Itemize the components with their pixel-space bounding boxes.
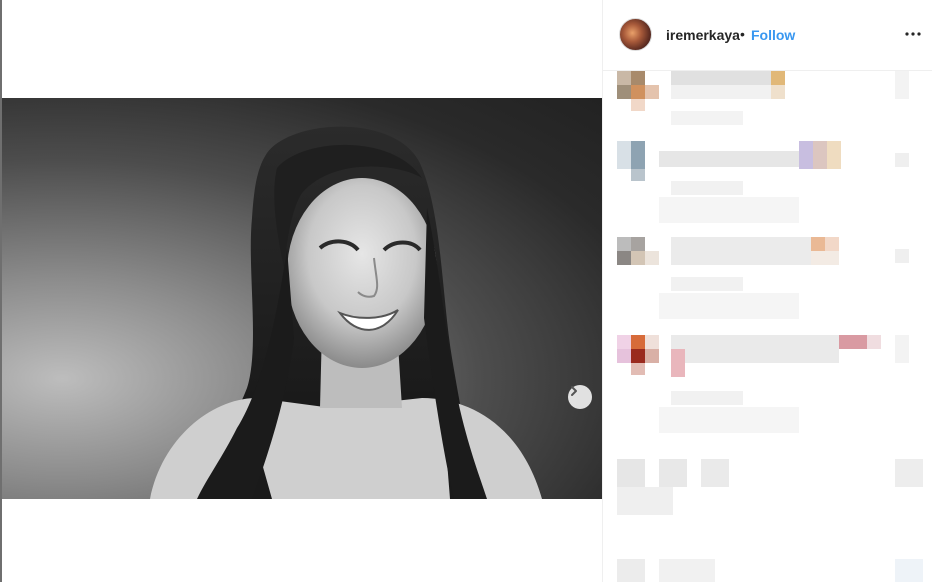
blurred-text xyxy=(771,85,785,99)
comments-list xyxy=(603,71,932,582)
comment-item xyxy=(603,237,932,322)
avatar xyxy=(631,251,645,265)
blurred-text xyxy=(811,237,825,251)
avatar xyxy=(617,487,673,515)
avatar xyxy=(645,349,659,363)
blurred-text xyxy=(799,141,813,169)
like-icon[interactable] xyxy=(895,559,923,582)
blurred-text xyxy=(771,71,785,85)
blurred-text xyxy=(839,335,867,349)
chevron-right-icon xyxy=(571,386,577,396)
avatar xyxy=(631,349,645,363)
like-icon[interactable] xyxy=(895,153,909,167)
like-icon[interactable] xyxy=(895,459,923,487)
avatar[interactable] xyxy=(619,18,652,51)
avatar xyxy=(631,141,645,169)
avatar xyxy=(631,169,645,181)
blurred-meta xyxy=(671,277,743,291)
comment-item xyxy=(603,335,932,435)
comment-item xyxy=(603,459,932,529)
comment-item xyxy=(603,559,932,582)
avatar xyxy=(617,85,631,99)
blurred-text xyxy=(701,459,729,487)
username-link[interactable]: iremerkaya xyxy=(666,27,740,43)
blurred-meta xyxy=(659,407,799,433)
avatar xyxy=(617,251,631,265)
avatar xyxy=(645,85,659,99)
blurred-text xyxy=(813,141,827,169)
avatar xyxy=(631,335,645,349)
more-options-icon[interactable] xyxy=(903,22,923,46)
comment-item xyxy=(603,141,932,226)
like-icon[interactable] xyxy=(895,71,909,99)
follow-button[interactable]: Follow xyxy=(751,27,795,43)
blurred-meta xyxy=(671,391,743,405)
avatar xyxy=(631,363,645,375)
like-icon[interactable] xyxy=(895,249,909,263)
blurred-text xyxy=(811,251,839,265)
blurred-text xyxy=(659,559,715,582)
blurred-meta xyxy=(671,111,743,125)
blurred-text xyxy=(671,349,685,377)
instagram-post-modal: iremerkaya • Follow xyxy=(0,0,932,582)
like-icon[interactable] xyxy=(895,335,909,363)
avatar xyxy=(631,99,645,111)
avatar xyxy=(617,335,631,349)
blurred-text xyxy=(659,459,687,487)
blurred-text xyxy=(827,141,841,169)
blurred-text xyxy=(659,151,799,167)
post-photo[interactable] xyxy=(2,98,602,499)
blurred-text xyxy=(867,335,881,349)
avatar xyxy=(617,71,631,85)
portrait-image xyxy=(150,126,542,499)
avatar xyxy=(631,85,645,99)
blurred-text xyxy=(671,237,811,265)
blurred-meta xyxy=(659,197,799,223)
avatar xyxy=(617,349,631,363)
avatar xyxy=(631,237,645,251)
blurred-text xyxy=(671,71,771,85)
next-photo-button[interactable] xyxy=(568,385,592,409)
avatar xyxy=(631,71,645,85)
blurred-meta xyxy=(659,293,799,319)
comment-item xyxy=(603,71,932,131)
avatar xyxy=(617,237,631,251)
blurred-meta xyxy=(671,181,743,195)
avatar xyxy=(645,335,659,349)
blurred-text xyxy=(671,85,771,99)
ellipsis-icon xyxy=(905,32,921,36)
avatar xyxy=(645,251,659,265)
post-sidebar: iremerkaya • Follow xyxy=(603,0,932,582)
blurred-text xyxy=(671,335,839,363)
avatar xyxy=(617,459,645,487)
separator-dot: • xyxy=(740,26,745,42)
avatar xyxy=(617,559,645,582)
avatar xyxy=(617,141,631,169)
blurred-text xyxy=(825,237,839,251)
post-header: iremerkaya • Follow xyxy=(603,0,932,71)
